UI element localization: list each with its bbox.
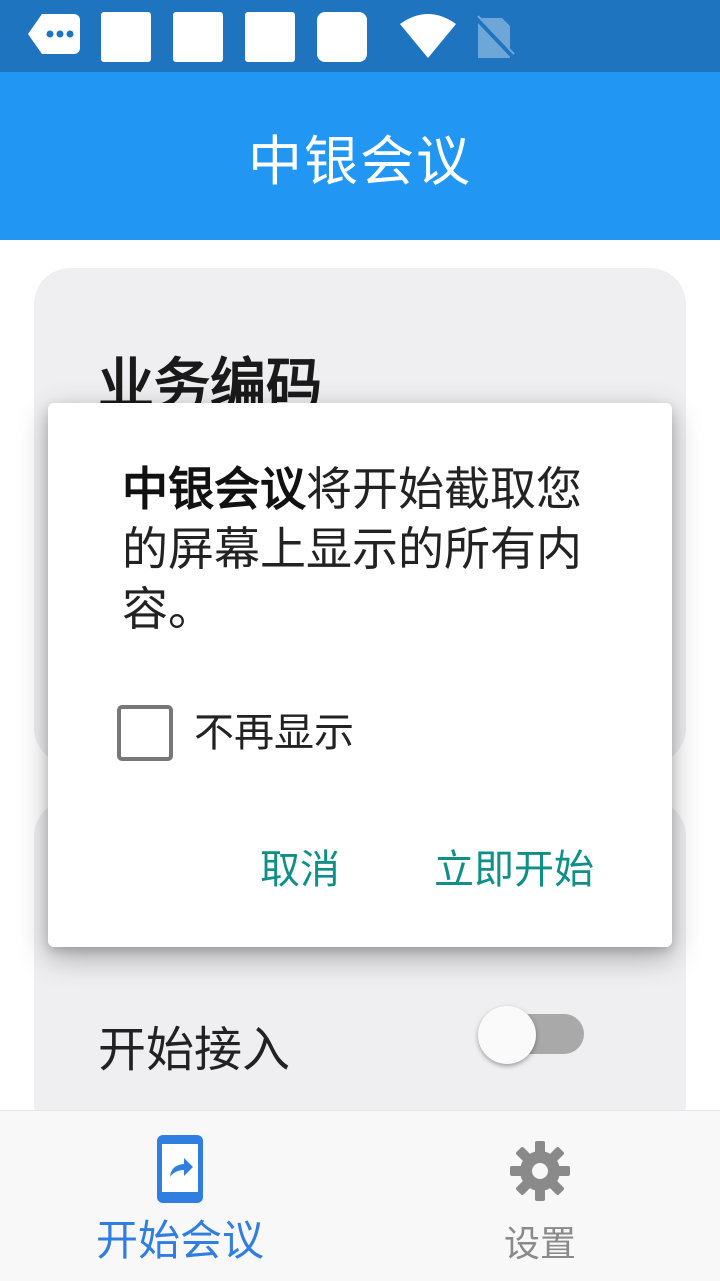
- dialog-message: 中银会议将开始截取您的屏幕上显示的所有内容。: [122, 459, 612, 639]
- dont-show-again-checkbox[interactable]: [117, 705, 173, 761]
- screen-capture-dialog: 中银会议将开始截取您的屏幕上显示的所有内容。 不再显示 取消 立即开始: [48, 403, 672, 947]
- nav-label-settings: 设置: [503, 1224, 576, 1265]
- start-now-button[interactable]: 立即开始: [434, 837, 594, 895]
- dont-show-again-label[interactable]: 不再显示: [194, 705, 354, 761]
- nav-item-settings[interactable]: 设置: [460, 1111, 620, 1281]
- bottom-nav: 开始会议 设置: [0, 1110, 720, 1281]
- phone-share-icon: [157, 1135, 203, 1203]
- gear-icon: [510, 1141, 570, 1201]
- dialog-app-name: 中银会议: [122, 462, 306, 516]
- cancel-button[interactable]: 取消: [260, 837, 340, 895]
- nav-label-start-meeting: 开始会议: [95, 1216, 264, 1265]
- nav-item-start-meeting[interactable]: 开始会议: [90, 1111, 270, 1281]
